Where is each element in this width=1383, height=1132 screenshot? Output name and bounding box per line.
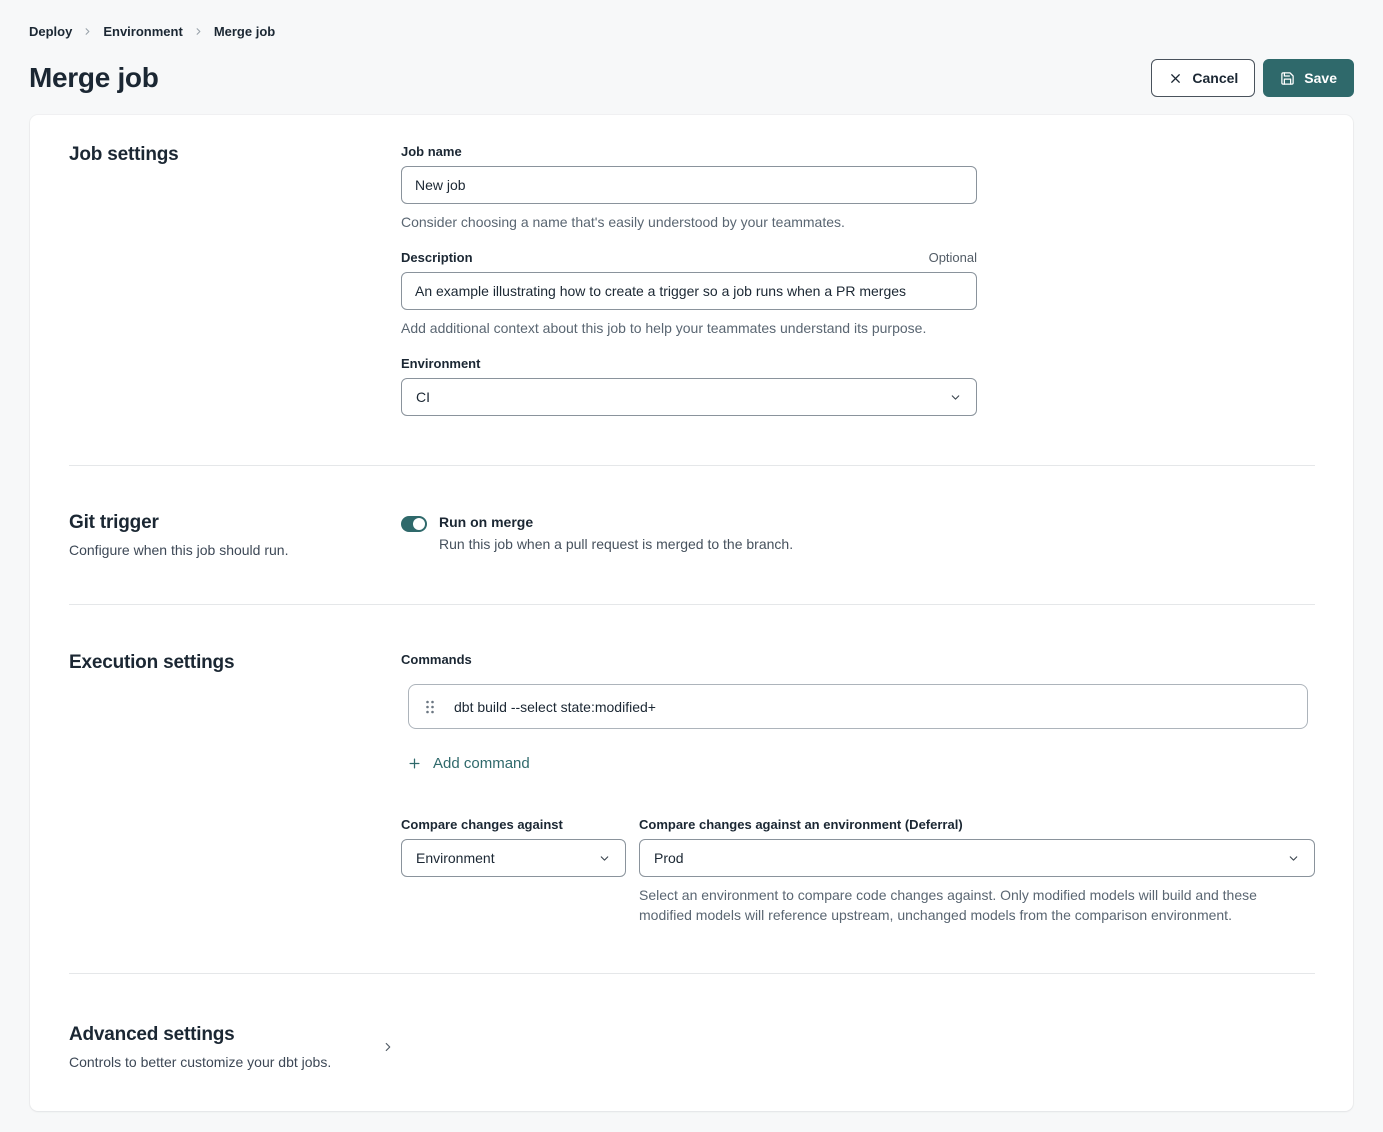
compare-against-select-value: Environment: [416, 850, 495, 866]
run-on-merge-toggle[interactable]: [401, 516, 427, 532]
section-execution-settings: Execution settings Commands dbt build --…: [30, 605, 1353, 973]
job-name-field-group: Job name Consider choosing a name that's…: [401, 144, 977, 232]
save-button[interactable]: Save: [1263, 59, 1354, 97]
deferral-select[interactable]: Prod: [639, 839, 1315, 877]
description-optional-badge: Optional: [929, 250, 977, 265]
cancel-button[interactable]: Cancel: [1151, 59, 1255, 97]
description-input[interactable]: [401, 272, 977, 310]
section-git-trigger: Git trigger Configure when this job shou…: [30, 466, 1353, 604]
git-trigger-subtext: Configure when this job should run.: [69, 542, 401, 558]
deferral-helper: Select an environment to compare code ch…: [639, 885, 1284, 925]
environment-select[interactable]: CI: [401, 378, 977, 416]
cancel-button-label: Cancel: [1192, 70, 1238, 86]
description-label: Description: [401, 250, 473, 265]
plus-icon: [407, 756, 422, 771]
chevron-down-icon: [949, 391, 962, 404]
save-icon: [1280, 71, 1295, 86]
section-job-settings: Job settings Job name Consider choosing …: [30, 115, 1353, 465]
compare-against-select[interactable]: Environment: [401, 839, 626, 877]
run-on-merge-description: Run this job when a pull request is merg…: [439, 536, 793, 552]
page-title: Merge job: [29, 62, 159, 94]
command-input[interactable]: dbt build --select state:modified+: [454, 699, 656, 715]
git-trigger-heading: Git trigger: [69, 512, 401, 534]
advanced-settings-subtext: Controls to better customize your dbt jo…: [69, 1054, 381, 1070]
close-icon: [1168, 71, 1183, 86]
section-advanced-settings: Advanced settings Controls to better cus…: [30, 974, 1353, 1111]
environment-field-group: Environment CI: [401, 356, 977, 416]
job-name-helper: Consider choosing a name that's easily u…: [401, 212, 977, 232]
description-field-group: Description Optional Add additional cont…: [401, 250, 977, 338]
execution-settings-heading: Execution settings: [69, 652, 401, 674]
commands-label: Commands: [401, 652, 1315, 667]
deferral-field-group: Compare changes against an environment (…: [639, 817, 1315, 877]
add-command-label: Add command: [433, 755, 530, 772]
deferral-label: Compare changes against an environment (…: [639, 817, 963, 832]
compare-against-label: Compare changes against: [401, 817, 563, 832]
toggle-knob: [413, 518, 425, 530]
job-name-input[interactable]: [401, 166, 977, 204]
chevron-down-icon: [598, 852, 611, 865]
breadcrumb-separator-icon: [193, 26, 204, 37]
drag-handle-icon[interactable]: [425, 700, 435, 714]
command-row[interactable]: dbt build --select state:modified+: [408, 684, 1308, 729]
environment-label: Environment: [401, 356, 480, 371]
job-name-label: Job name: [401, 144, 462, 159]
header-actions: Cancel Save: [1151, 59, 1354, 97]
breadcrumb-separator-icon: [82, 26, 93, 37]
advanced-settings-heading: Advanced settings: [69, 1024, 381, 1046]
job-settings-heading: Job settings: [69, 144, 401, 166]
breadcrumb-merge-job: Merge job: [214, 24, 275, 39]
compare-against-field-group: Compare changes against Environment: [401, 817, 626, 877]
save-button-label: Save: [1304, 70, 1337, 86]
chevron-down-icon: [1287, 852, 1300, 865]
description-helper: Add additional context about this job to…: [401, 318, 977, 338]
add-command-button[interactable]: Add command: [407, 755, 530, 772]
page-header: Deploy Environment Merge job Merge job C…: [0, 0, 1383, 97]
deferral-select-value: Prod: [654, 850, 684, 866]
environment-select-value: CI: [416, 389, 430, 405]
job-settings-card: Job settings Job name Consider choosing …: [30, 115, 1353, 1111]
run-on-merge-label: Run on merge: [439, 514, 793, 530]
breadcrumb-environment[interactable]: Environment: [103, 24, 182, 39]
chevron-right-icon[interactable]: [381, 1040, 395, 1070]
breadcrumb: Deploy Environment Merge job: [29, 24, 1354, 39]
breadcrumb-deploy[interactable]: Deploy: [29, 24, 72, 39]
